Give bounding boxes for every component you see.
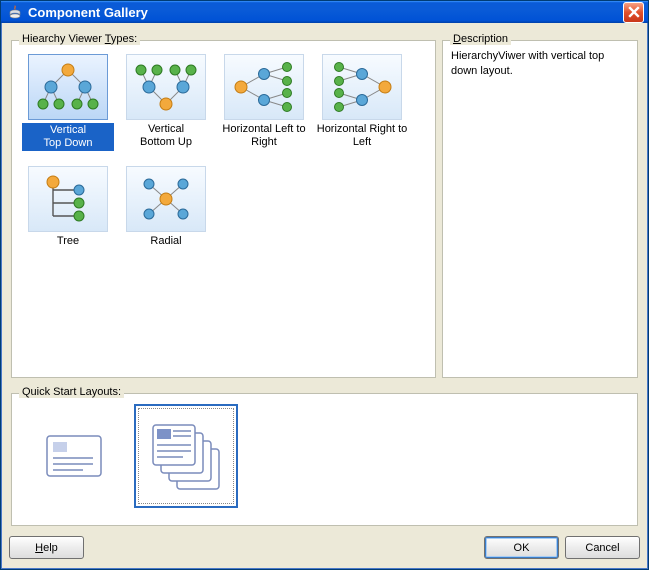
close-button[interactable] xyxy=(623,2,644,23)
type-horizontal-ltr[interactable]: Horizontal Left to Right xyxy=(216,51,312,161)
horizontal-rtl-icon xyxy=(322,54,402,120)
dialog-window: Component Gallery Hiearchy Viewer Types: xyxy=(0,0,649,570)
horizontal-ltr-icon xyxy=(224,54,304,120)
help-button[interactable]: Help xyxy=(9,536,84,559)
tree-icon xyxy=(28,166,108,232)
quickstart-group: Quick Start Layouts: xyxy=(11,386,638,526)
type-horizontal-rtl[interactable]: Horizontal Right to Left xyxy=(314,51,410,161)
types-label: Hiearchy Viewer Types: xyxy=(19,33,140,45)
description-text: HierarchyViwer with vertical top down la… xyxy=(451,49,629,79)
item-label: Horizontal Left to Right xyxy=(218,123,310,149)
description-group: Description HierarchyViwer with vertical… xyxy=(442,33,638,378)
types-gallery: VerticalTop Down xyxy=(20,51,427,273)
item-label: Radial xyxy=(120,235,212,248)
item-label: VerticalBottom Up xyxy=(120,123,212,149)
radial-icon xyxy=(126,166,206,232)
type-vertical-top-down[interactable]: VerticalTop Down xyxy=(20,51,116,161)
type-vertical-bottom-up[interactable]: VerticalBottom Up xyxy=(118,51,214,161)
titlebar[interactable]: Component Gallery xyxy=(1,1,648,23)
layout-single-panel[interactable] xyxy=(22,404,126,508)
type-radial[interactable]: Radial xyxy=(118,163,214,273)
cancel-button[interactable]: Cancel xyxy=(565,536,640,559)
dialog-content: Hiearchy Viewer Types: xyxy=(1,23,648,530)
types-group: Hiearchy Viewer Types: xyxy=(11,33,436,378)
window-title: Component Gallery xyxy=(28,5,623,20)
item-label: Tree xyxy=(22,235,114,248)
layout-stacked-panels[interactable] xyxy=(134,404,238,508)
java-cup-icon xyxy=(7,4,23,20)
vertical-bottom-up-icon xyxy=(126,54,206,120)
button-row: Help OK Cancel xyxy=(1,530,648,569)
quickstart-label: Quick Start Layouts: xyxy=(19,386,124,398)
description-label: Description xyxy=(450,33,511,45)
type-tree[interactable]: Tree xyxy=(20,163,116,273)
vertical-top-down-icon xyxy=(28,54,108,120)
item-label: Horizontal Right to Left xyxy=(316,123,408,149)
ok-button[interactable]: OK xyxy=(484,536,559,559)
item-label: VerticalTop Down xyxy=(22,123,114,151)
